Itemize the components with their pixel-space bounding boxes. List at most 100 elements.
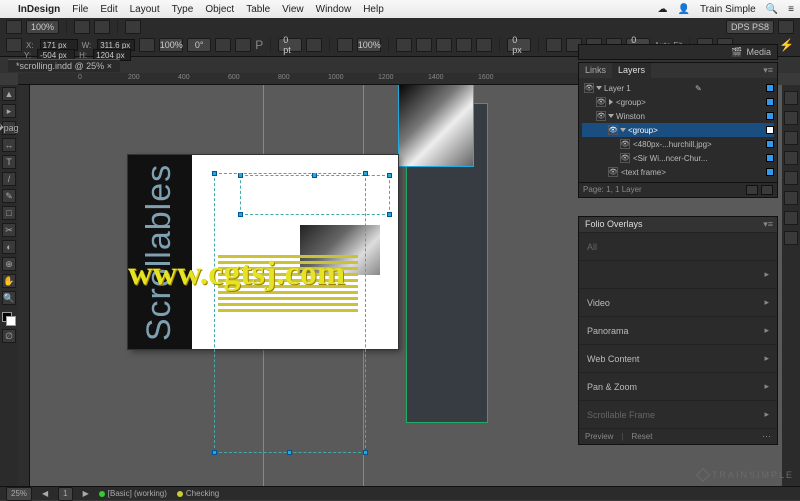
layer-row[interactable]: 👁<Sir Wi...ncer-Chur...: [582, 151, 774, 165]
dock-links-icon[interactable]: [784, 151, 798, 165]
overlay-panorama[interactable]: Panorama▸: [579, 316, 777, 344]
visibility-icon[interactable]: 👁: [608, 125, 618, 135]
panel-more-icon[interactable]: ⋯: [762, 431, 771, 442]
layer-row-selected[interactable]: 👁<group>: [582, 123, 774, 137]
close-tab-icon[interactable]: ×: [107, 61, 112, 71]
dock-pages-icon[interactable]: [784, 111, 798, 125]
visibility-icon[interactable]: 👁: [596, 97, 606, 107]
textwrap-5-icon[interactable]: [476, 38, 492, 52]
layer-row[interactable]: 👁<text frame>: [582, 165, 774, 179]
target-icon[interactable]: [766, 154, 774, 162]
visibility-icon[interactable]: 👁: [620, 139, 630, 149]
placed-image-churchill[interactable]: [398, 85, 474, 167]
dock-overlays-icon[interactable]: [784, 231, 798, 245]
menu-type[interactable]: Type: [172, 4, 194, 15]
fx-icon[interactable]: [337, 38, 353, 52]
gap-tool[interactable]: ↔: [2, 138, 16, 152]
dock-layers-icon[interactable]: [784, 131, 798, 145]
zoom-combo[interactable]: 100%: [26, 20, 59, 34]
menu-view[interactable]: View: [282, 4, 304, 15]
scale-x[interactable]: 100%: [159, 38, 183, 52]
textwrap-4-icon[interactable]: [456, 38, 472, 52]
fill-stroke-swatch[interactable]: [2, 312, 16, 326]
bolt-icon[interactable]: ⚡: [779, 38, 794, 52]
cloud-icon[interactable]: ☁︎: [657, 4, 667, 15]
scissors-tool[interactable]: ✂: [2, 223, 16, 237]
target-icon[interactable]: [766, 98, 774, 106]
menu-object[interactable]: Object: [205, 4, 234, 15]
pen-tool[interactable]: ✎: [2, 189, 16, 203]
search-icon[interactable]: 🔍: [766, 4, 778, 15]
workspace-switcher[interactable]: DPS PS8: [726, 20, 774, 34]
rotate-field[interactable]: 0°: [187, 38, 211, 52]
zoom-tool[interactable]: 🔍: [2, 291, 16, 305]
view-opts-icon[interactable]: [74, 20, 90, 34]
selection-tool[interactable]: ▲: [2, 87, 16, 101]
dock-cc-libraries-icon[interactable]: [784, 91, 798, 105]
disclosure-icon[interactable]: [609, 99, 613, 105]
visibility-icon[interactable]: 👁: [596, 111, 606, 121]
layer-row[interactable]: 👁<group>: [582, 95, 774, 109]
gradient-tool[interactable]: ◐: [2, 240, 16, 254]
search-app-icon[interactable]: [778, 20, 794, 34]
rectangle-tool[interactable]: □: [2, 206, 16, 220]
target-icon[interactable]: [766, 168, 774, 176]
new-layer-icon[interactable]: [746, 185, 758, 195]
corner-field[interactable]: 0 px: [507, 38, 531, 52]
page-tool[interactable]: �page: [2, 121, 16, 135]
preview-button[interactable]: Preview: [585, 432, 613, 441]
constrain-icon[interactable]: [139, 38, 155, 52]
rotate-ccw-icon[interactable]: [215, 38, 231, 52]
arrange-icon[interactable]: [125, 20, 141, 34]
opacity[interactable]: 100%: [357, 38, 381, 52]
hand-tool[interactable]: ✋: [2, 274, 16, 288]
overlay-video[interactable]: Video▸: [579, 288, 777, 316]
menu-layout[interactable]: Layout: [130, 4, 160, 15]
reset-button[interactable]: Reset: [632, 432, 653, 441]
app-menu[interactable]: InDesign: [18, 4, 60, 15]
screen-mode-icon[interactable]: [94, 20, 110, 34]
menu-edit[interactable]: Edit: [100, 4, 117, 15]
zoom-status[interactable]: 25%: [6, 487, 32, 501]
type-tool[interactable]: T: [2, 155, 16, 169]
textwrap-3-icon[interactable]: [436, 38, 452, 52]
delete-layer-icon[interactable]: [761, 185, 773, 195]
overlay-pan-zoom[interactable]: Pan & Zoom▸: [579, 372, 777, 400]
folio-overlays-tab[interactable]: Folio Overlays: [579, 217, 649, 232]
menu-file[interactable]: File: [72, 4, 88, 15]
target-icon[interactable]: [766, 84, 774, 92]
links-tab[interactable]: Links: [579, 63, 612, 78]
layer-row[interactable]: 👁Winston: [582, 109, 774, 123]
target-icon[interactable]: [766, 126, 774, 134]
page-status[interactable]: 1: [58, 487, 72, 501]
flip-h-icon[interactable]: [235, 38, 251, 52]
textwrap-1-icon[interactable]: [396, 38, 412, 52]
note-tool[interactable]: ⊕: [2, 257, 16, 271]
target-icon[interactable]: [766, 112, 774, 120]
overlay-hyperlink[interactable]: ▸: [579, 260, 777, 288]
ruler-vertical[interactable]: [18, 85, 30, 487]
line-tool[interactable]: /: [2, 172, 16, 186]
visibility-icon[interactable]: 👁: [608, 167, 618, 177]
dock-color-icon[interactable]: [784, 191, 798, 205]
stroke-weight[interactable]: 0 pt: [278, 38, 302, 52]
menu-help[interactable]: Help: [363, 4, 384, 15]
overlay-scrollable-frame[interactable]: Scrollable Frame▸: [579, 400, 777, 428]
overlay-all[interactable]: All: [579, 232, 777, 260]
disclosure-icon[interactable]: [608, 114, 614, 118]
apply-none-icon[interactable]: ∅: [2, 329, 16, 343]
ruler-horizontal[interactable]: 0 200 400 600 800 1000 1200 1400 1600: [18, 73, 590, 85]
preflight-basic[interactable]: [Basic] (working): [99, 489, 167, 498]
direct-selection-tool[interactable]: ▸: [2, 104, 16, 118]
bridge-icon[interactable]: [6, 20, 22, 34]
textwrap-2-icon[interactable]: [416, 38, 432, 52]
preflight-checking[interactable]: Checking: [177, 489, 219, 498]
stroke-style-icon[interactable]: [306, 38, 322, 52]
fit-content-icon[interactable]: [546, 38, 562, 52]
list-icon[interactable]: ≡: [788, 4, 794, 15]
target-icon[interactable]: [766, 140, 774, 148]
visibility-icon[interactable]: 👁: [584, 83, 594, 93]
document-tab[interactable]: *scrolling.indd @ 25% ×: [8, 59, 120, 72]
refpoint-icon[interactable]: [6, 38, 22, 52]
disclosure-icon[interactable]: [620, 128, 626, 132]
